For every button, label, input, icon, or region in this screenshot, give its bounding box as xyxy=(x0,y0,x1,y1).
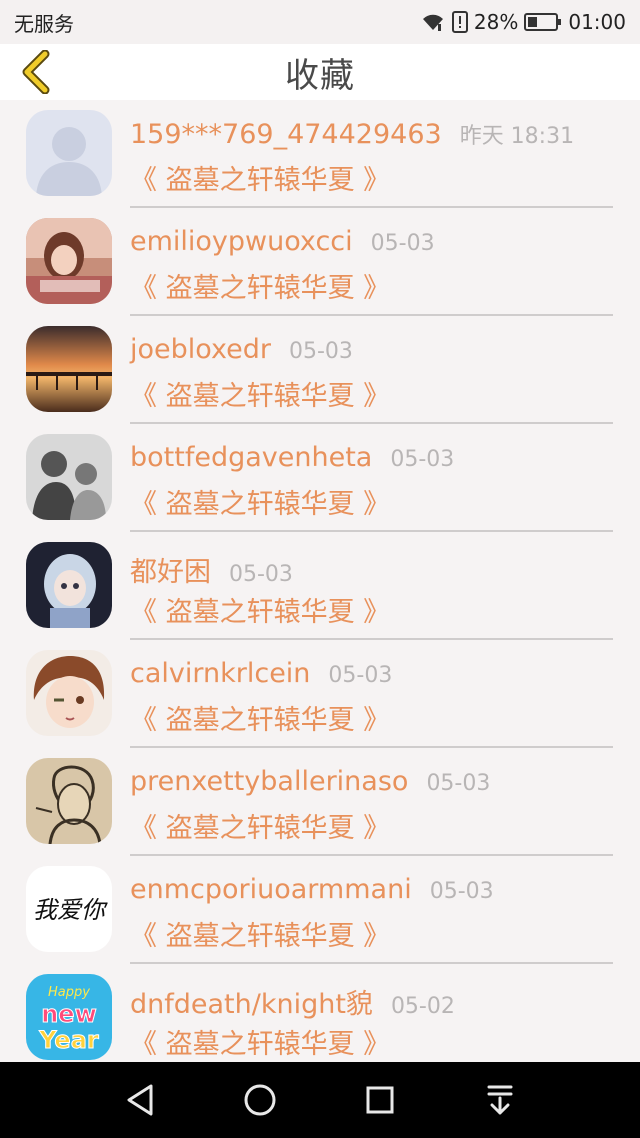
timestamp: 05-03 xyxy=(328,663,393,688)
status-icons: 28% 01:00 xyxy=(420,10,626,34)
avatar: 我爱你 xyxy=(26,866,112,952)
battery-percent: 28% xyxy=(473,10,519,34)
svg-text:new: new xyxy=(41,1000,97,1028)
avatar-placeholder-icon xyxy=(26,110,112,196)
novel-title: 《 盗墓之轩辕华夏 》 xyxy=(130,1029,391,1060)
nav-notification-button[interactable] xyxy=(470,1070,530,1130)
alert-icon xyxy=(451,11,468,33)
avatar: Happy new Year xyxy=(26,974,112,1060)
nav-recents-button[interactable] xyxy=(350,1070,410,1130)
username: bottfedgavenheta xyxy=(130,442,373,473)
back-button[interactable] xyxy=(14,50,58,94)
novel-title: 《 盗墓之轩辕华夏 》 xyxy=(130,705,391,736)
timestamp: 05-03 xyxy=(288,339,353,364)
novel-title: 《 盗墓之轩辕华夏 》 xyxy=(130,381,391,412)
list-item[interactable]: 都好困 05-03 《 盗墓之轩辕华夏 》 xyxy=(0,532,640,640)
novel-title: 《 盗墓之轩辕华夏 》 xyxy=(130,273,391,304)
square-recents-icon xyxy=(366,1086,394,1114)
avatar xyxy=(26,758,112,844)
avatar xyxy=(26,650,112,736)
list-item[interactable]: emilioypwuoxcci 05-03 《 盗墓之轩辕华夏 》 xyxy=(0,208,640,316)
carrier-text: 无服务 xyxy=(14,11,74,36)
page-title: 收藏 xyxy=(285,55,355,96)
username: emilioypwuoxcci xyxy=(130,226,353,257)
avatar xyxy=(26,542,112,628)
header: 收藏 xyxy=(0,44,640,100)
nav-home-button[interactable] xyxy=(230,1070,290,1130)
svg-text:Happy: Happy xyxy=(48,985,90,1000)
timestamp: 05-02 xyxy=(390,994,455,1019)
list-item[interactable]: bottfedgavenheta 05-03 《 盗墓之轩辕华夏 》 xyxy=(0,424,640,532)
avatar xyxy=(26,326,112,412)
svg-text:我爱你: 我爱你 xyxy=(33,896,108,924)
novel-title: 《 盗墓之轩辕华夏 》 xyxy=(130,597,391,628)
system-nav-bar xyxy=(0,1062,640,1138)
timestamp: 05-03 xyxy=(429,879,494,904)
list-item[interactable]: prenxettyballerinaso 05-03 《 盗墓之轩辕华夏 》 xyxy=(0,748,640,856)
timestamp: 05-03 xyxy=(390,447,455,472)
username: 159***769_474429463 xyxy=(130,119,442,150)
username: 都好困 xyxy=(130,557,211,588)
timestamp: 05-03 xyxy=(229,562,293,587)
username: enmcporiuoarmmani xyxy=(130,874,412,905)
novel-title: 《 盗墓之轩辕华夏 》 xyxy=(130,165,391,196)
novel-title: 《 盗墓之轩辕华夏 》 xyxy=(130,921,391,952)
nav-back-button[interactable] xyxy=(110,1070,170,1130)
novel-title: 《 盗墓之轩辕华夏 》 xyxy=(130,813,391,844)
clock: 01:00 xyxy=(568,10,626,34)
avatar xyxy=(26,434,112,520)
username: calvirnkrlcein xyxy=(130,658,311,689)
username: dnfdeath/knight貌 xyxy=(130,989,373,1020)
pull-down-icon xyxy=(487,1085,513,1115)
circle-home-icon xyxy=(244,1084,276,1116)
favorites-list[interactable]: 159***769_474429463 昨天 18:31 《 盗墓之轩辕华夏 》… xyxy=(0,100,640,1062)
list-item[interactable]: joebloxedr 05-03 《 盗墓之轩辕华夏 》 xyxy=(0,316,640,424)
svg-text:Year: Year xyxy=(38,1026,99,1054)
list-item[interactable]: 159***769_474429463 昨天 18:31 《 盗墓之轩辕华夏 》 xyxy=(0,100,640,208)
wifi-icon xyxy=(420,12,446,32)
battery-icon xyxy=(524,12,562,32)
username: prenxettyballerinaso xyxy=(130,766,409,797)
triangle-back-icon xyxy=(127,1084,153,1116)
list-item[interactable]: calvirnkrlcein 05-03 《 盗墓之轩辕华夏 》 xyxy=(0,640,640,748)
novel-title: 《 盗墓之轩辕华夏 》 xyxy=(130,489,391,520)
list-item[interactable]: Happy new Year dnfdeath/knight貌 05-02 《 … xyxy=(0,964,640,1062)
avatar xyxy=(26,218,112,304)
username: joebloxedr xyxy=(130,334,271,365)
timestamp: 05-03 xyxy=(370,231,435,256)
status-bar: 无服务 28% 01:00 xyxy=(0,0,640,44)
timestamp: 05-03 xyxy=(426,771,491,796)
chevron-left-icon xyxy=(22,50,50,94)
timestamp: 昨天 18:31 xyxy=(459,124,575,149)
list-item[interactable]: 我爱你 enmcporiuoarmmani 05-03 《 盗墓之轩辕华夏 》 xyxy=(0,856,640,964)
